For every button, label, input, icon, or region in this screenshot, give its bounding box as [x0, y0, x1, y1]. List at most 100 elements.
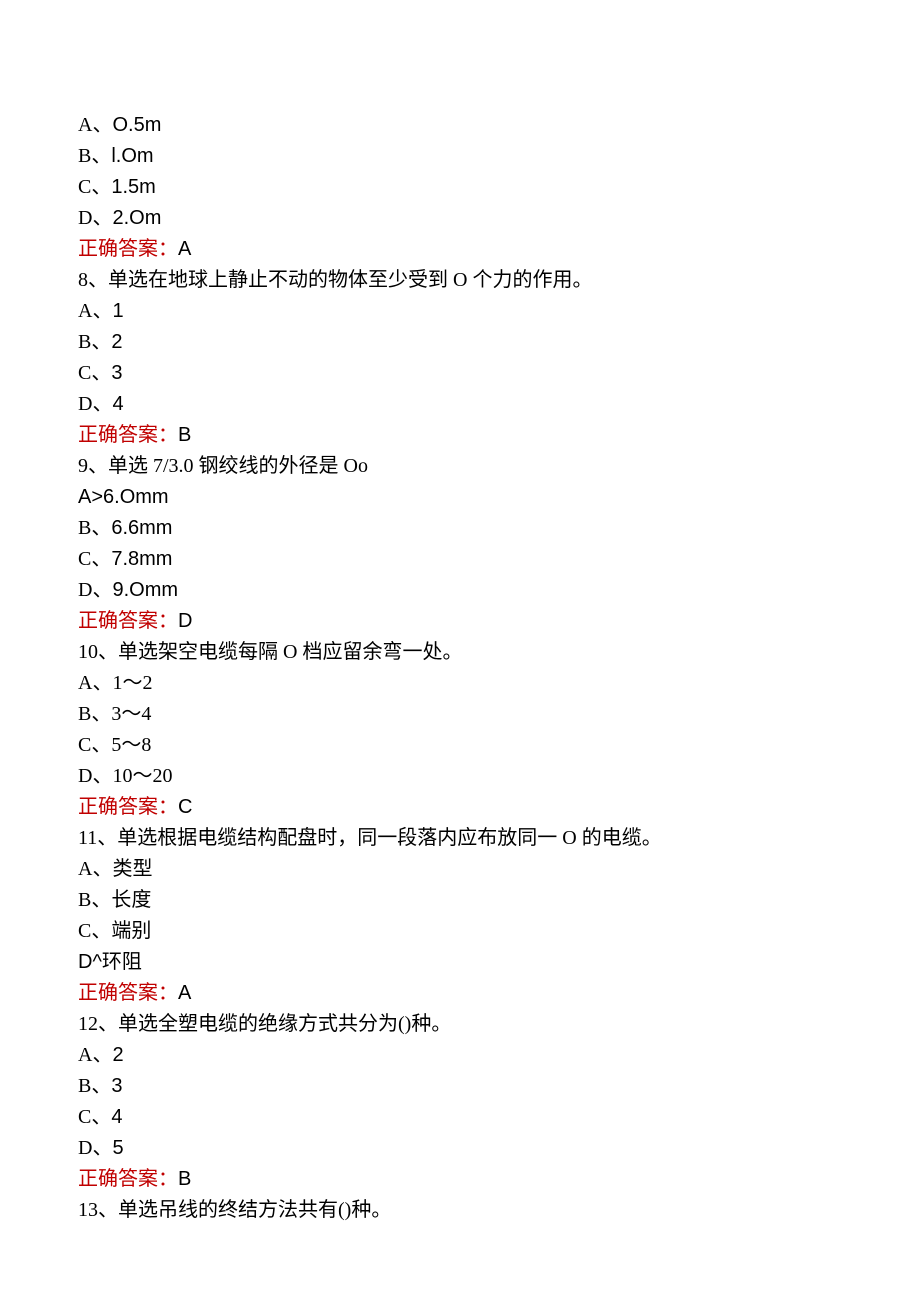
option-text: 端别	[111, 920, 151, 942]
answer-value: C	[178, 796, 192, 818]
option-label: B、	[78, 1075, 111, 1097]
option-label: C、	[78, 734, 111, 756]
question-text: 单选全塑电缆的绝缘方式共分为()种。	[118, 1013, 451, 1035]
option-line: C、4	[78, 1102, 842, 1133]
question-stem: 11、单选根据电缆结构配盘时，同一段落内应布放同一 O 的电缆。	[78, 823, 842, 854]
option-text: 3	[111, 1075, 122, 1097]
option-label: A、	[78, 114, 112, 136]
option-label: B、	[78, 517, 111, 539]
option-label: D、	[78, 765, 112, 787]
question-text: 单选 7/3.0 钢绞线的外径是 Oo	[108, 455, 368, 477]
question-stem: 9、单选 7/3.0 钢绞线的外径是 Oo	[78, 451, 842, 482]
question-number: 9、	[78, 455, 108, 477]
option-label: B、	[78, 889, 111, 911]
option-label: D、	[78, 579, 112, 601]
document-page: A、O.5m B、l.Om C、1.5m D、2.Om 正确答案：A 8、单选在…	[0, 0, 920, 1301]
option-line: A、1〜2	[78, 668, 842, 699]
option-label: C、	[78, 362, 111, 384]
option-line: C、3	[78, 358, 842, 389]
option-text: 10〜20	[112, 765, 172, 787]
option-line: D^环阻	[78, 947, 842, 978]
question-number: 8、	[78, 269, 108, 291]
option-text: 3	[111, 362, 122, 384]
question-stem: 13、单选吊线的终结方法共有()种。	[78, 1195, 842, 1226]
question-number: 11、	[78, 827, 117, 849]
option-label: D^	[78, 951, 102, 973]
answer-value: A	[178, 238, 191, 260]
option-line: A>6.Omm	[78, 482, 842, 513]
answer-line: 正确答案：A	[78, 234, 842, 265]
question-number: 13、	[78, 1199, 118, 1221]
question-text: 单选吊线的终结方法共有()种。	[118, 1199, 391, 1221]
option-line: C、端别	[78, 916, 842, 947]
option-text: 2	[112, 1044, 123, 1066]
option-line: A、1	[78, 296, 842, 327]
option-label: A>	[78, 486, 103, 508]
answer-label: 正确答案：	[78, 982, 178, 1004]
option-label: B、	[78, 331, 111, 353]
option-text: 9.Omm	[112, 579, 178, 601]
option-line: C、5〜8	[78, 730, 842, 761]
option-line: B、6.6mm	[78, 513, 842, 544]
question-number: 12、	[78, 1013, 118, 1035]
option-label: A、	[78, 672, 112, 694]
option-line: B、l.Om	[78, 141, 842, 172]
answer-line: 正确答案：D	[78, 606, 842, 637]
option-label: A、	[78, 1044, 112, 1066]
option-label: D、	[78, 207, 112, 229]
option-label: B、	[78, 145, 111, 167]
option-text: l.Om	[111, 145, 153, 167]
option-label: A、	[78, 300, 112, 322]
option-line: B、长度	[78, 885, 842, 916]
option-label: C、	[78, 176, 111, 198]
option-line: B、3	[78, 1071, 842, 1102]
option-text: 6.Omm	[103, 486, 169, 508]
answer-label: 正确答案：	[78, 610, 178, 632]
answer-label: 正确答案：	[78, 1168, 178, 1190]
option-line: D、2.Om	[78, 203, 842, 234]
option-line: D、4	[78, 389, 842, 420]
answer-value: A	[178, 982, 191, 1004]
option-text: 环阻	[102, 951, 142, 973]
option-label: C、	[78, 1106, 111, 1128]
option-label: A、	[78, 858, 112, 880]
option-label: C、	[78, 548, 111, 570]
question-stem: 10、单选架空电缆每隔 O 档应留余弯一处。	[78, 637, 842, 668]
answer-label: 正确答案：	[78, 424, 178, 446]
option-text: 长度	[111, 889, 151, 911]
option-text: 3〜4	[111, 703, 151, 725]
option-text: 4	[111, 1106, 122, 1128]
option-line: C、7.8mm	[78, 544, 842, 575]
option-text: 5	[112, 1137, 123, 1159]
option-text: 6.6mm	[111, 517, 172, 539]
question-stem: 8、单选在地球上静止不动的物体至少受到 O 个力的作用。	[78, 265, 842, 296]
option-text: 5〜8	[111, 734, 151, 756]
option-text: 类型	[112, 858, 152, 880]
option-label: C、	[78, 920, 111, 942]
option-line: A、O.5m	[78, 110, 842, 141]
option-text: 1〜2	[112, 672, 152, 694]
option-line: C、1.5m	[78, 172, 842, 203]
question-text: 单选在地球上静止不动的物体至少受到 O 个力的作用。	[108, 269, 592, 291]
option-line: D、10〜20	[78, 761, 842, 792]
question-stem: 12、单选全塑电缆的绝缘方式共分为()种。	[78, 1009, 842, 1040]
option-text: 1	[112, 300, 123, 322]
option-text: O.5m	[112, 114, 161, 136]
option-line: D、9.Omm	[78, 575, 842, 606]
option-label: D、	[78, 1137, 112, 1159]
answer-line: 正确答案：B	[78, 1164, 842, 1195]
option-text: 7.8mm	[111, 548, 172, 570]
option-label: D、	[78, 393, 112, 415]
answer-value: B	[178, 1168, 191, 1190]
question-text: 单选架空电缆每隔 O 档应留余弯一处。	[118, 641, 462, 663]
option-line: B、2	[78, 327, 842, 358]
answer-line: 正确答案：A	[78, 978, 842, 1009]
option-line: A、类型	[78, 854, 842, 885]
answer-line: 正确答案：B	[78, 420, 842, 451]
option-label: B、	[78, 703, 111, 725]
option-line: B、3〜4	[78, 699, 842, 730]
option-line: D、5	[78, 1133, 842, 1164]
answer-label: 正确答案：	[78, 796, 178, 818]
answer-line: 正确答案：C	[78, 792, 842, 823]
question-text: 单选根据电缆结构配盘时，同一段落内应布放同一 O 的电缆。	[117, 827, 661, 849]
